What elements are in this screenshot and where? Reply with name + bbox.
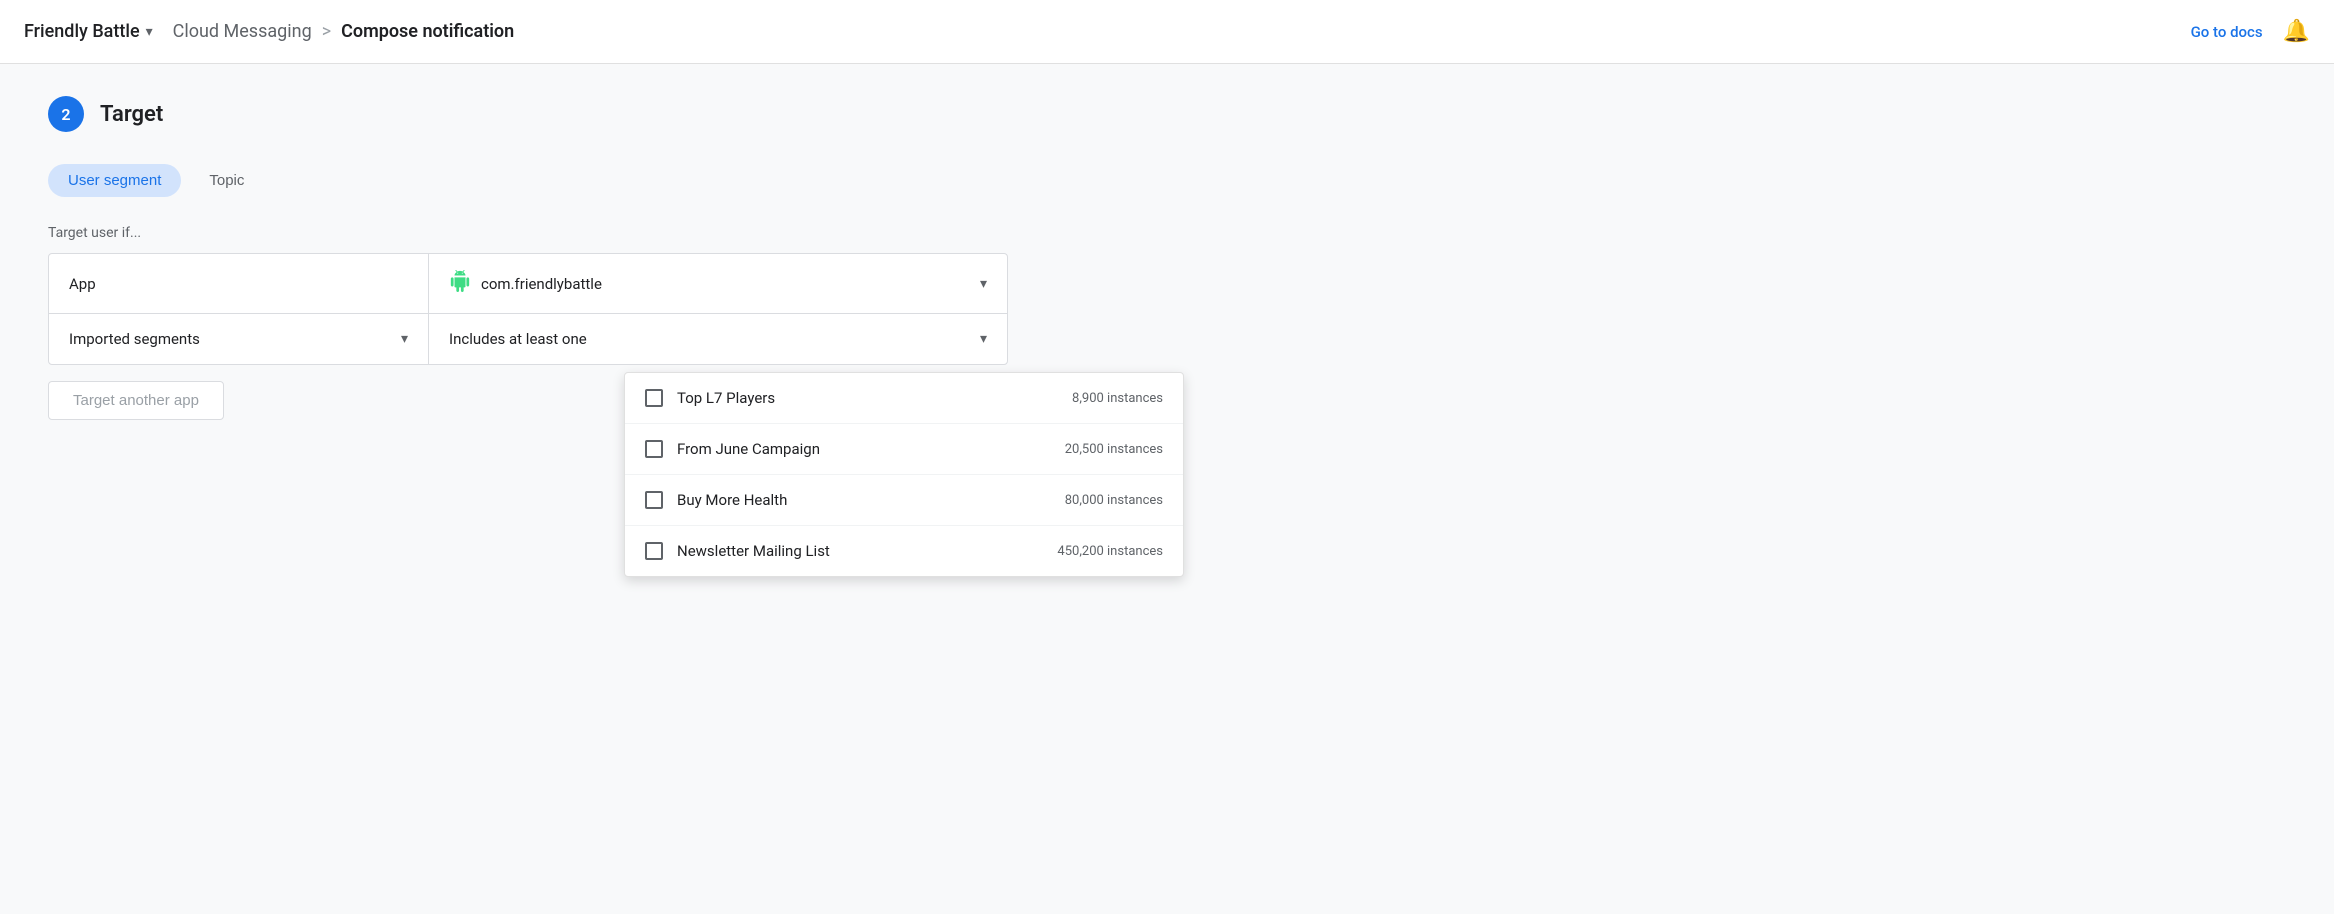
newsletter-mailing-list-label: Newsletter Mailing List — [677, 542, 1043, 560]
app-label: App — [69, 275, 96, 293]
dropdown-item-buy-more-health[interactable]: Buy More Health 80,000 instances — [625, 475, 1183, 526]
tab-user-segment[interactable]: User segment — [48, 164, 181, 197]
filter-table: App com.friendlybattle ▾ Imported segmen… — [48, 253, 1008, 365]
top-l7-players-count: 8,900 instances — [1072, 391, 1163, 406]
segments-dropdown: Top L7 Players 8,900 instances From June… — [624, 372, 1184, 577]
breadcrumb-separator-2: > — [322, 21, 331, 42]
tab-topic[interactable]: Topic — [189, 164, 264, 197]
go-to-docs-link[interactable]: Go to docs — [2191, 23, 2263, 41]
from-june-campaign-label: From June Campaign — [677, 440, 1051, 458]
imported-segments-value-cell[interactable]: Includes at least one ▾ — [429, 314, 1007, 364]
app-chevron-icon: ▾ — [146, 24, 153, 40]
notification-bell-icon[interactable]: 🔔 — [2283, 19, 2310, 44]
app-filter-row: App com.friendlybattle ▾ — [49, 254, 1007, 314]
dropdown-item-top-l7-players[interactable]: Top L7 Players 8,900 instances — [625, 373, 1183, 424]
app-dropdown-arrow-icon: ▾ — [980, 276, 987, 292]
dropdown-item-newsletter-mailing-list[interactable]: Newsletter Mailing List 450,200 instance… — [625, 526, 1183, 576]
dropdown-item-from-june-campaign[interactable]: From June Campaign 20,500 instances — [625, 424, 1183, 475]
app-name[interactable]: Friendly Battle ▾ — [24, 21, 153, 42]
topbar-right: Go to docs 🔔 — [2191, 19, 2310, 44]
android-icon — [449, 270, 471, 297]
breadcrumb-section: Cloud Messaging — [173, 21, 312, 42]
app-name-text: Friendly Battle — [24, 21, 140, 42]
buy-more-health-label: Buy More Health — [677, 491, 1051, 509]
main-content: 2 Target User segment Topic Target user … — [0, 64, 1200, 452]
from-june-campaign-count: 20,500 instances — [1065, 442, 1163, 457]
from-june-campaign-checkbox[interactable] — [645, 440, 663, 458]
app-value-text: com.friendlybattle — [481, 275, 602, 293]
tab-row: User segment Topic — [48, 164, 1152, 197]
app-label-cell: App — [49, 254, 429, 313]
newsletter-mailing-list-count: 450,200 instances — [1057, 544, 1163, 559]
topbar-left: Friendly Battle ▾ Cloud Messaging > Comp… — [24, 21, 2191, 42]
imported-segments-dropdown-arrow-icon: ▾ — [401, 331, 408, 347]
imported-segments-label-cell[interactable]: Imported segments ▾ — [49, 314, 429, 364]
buy-more-health-count: 80,000 instances — [1065, 493, 1163, 508]
imported-segments-row: Imported segments ▾ Includes at least on… — [49, 314, 1007, 364]
section-header: 2 Target — [48, 96, 1152, 132]
target-user-label: Target user if... — [48, 225, 1152, 241]
top-l7-players-label: Top L7 Players — [677, 389, 1058, 407]
breadcrumb-current: Compose notification — [341, 21, 514, 42]
imported-segments-label: Imported segments — [69, 330, 200, 348]
newsletter-mailing-list-checkbox[interactable] — [645, 542, 663, 560]
step-number: 2 — [48, 96, 84, 132]
includes-text: Includes at least one — [449, 330, 587, 348]
target-another-app-button[interactable]: Target another app — [48, 381, 224, 420]
buy-more-health-checkbox[interactable] — [645, 491, 663, 509]
top-l7-players-checkbox[interactable] — [645, 389, 663, 407]
app-value-cell[interactable]: com.friendlybattle ▾ — [429, 254, 1007, 313]
section-title: Target — [100, 102, 163, 127]
app-value-inner: com.friendlybattle — [449, 270, 602, 297]
includes-dropdown-arrow-icon: ▾ — [980, 331, 987, 347]
topbar: Friendly Battle ▾ Cloud Messaging > Comp… — [0, 0, 2334, 64]
